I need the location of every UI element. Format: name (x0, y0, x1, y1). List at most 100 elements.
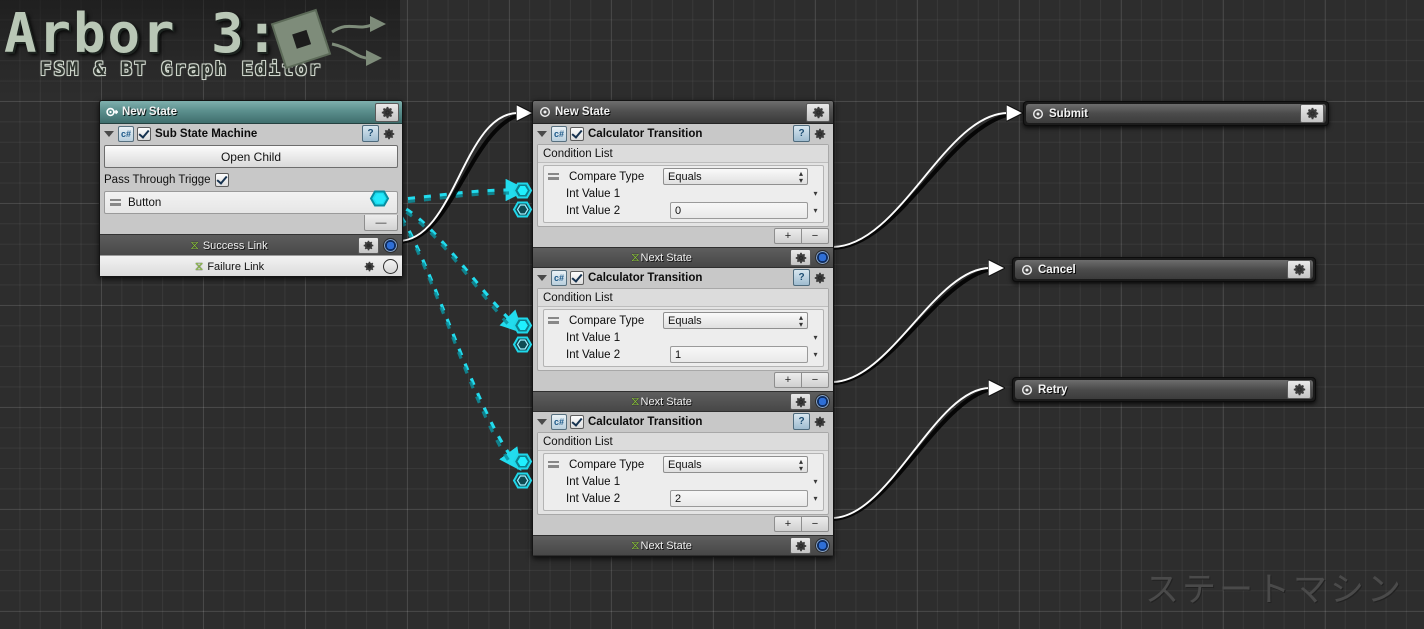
chevron-down-icon[interactable]: ▾ (811, 206, 820, 215)
node-title: New State (122, 106, 375, 118)
gear-icon[interactable] (790, 249, 811, 266)
gear-icon[interactable] (790, 393, 811, 410)
help-icon[interactable]: ? (793, 413, 810, 430)
component-enable-checkbox[interactable] (570, 271, 584, 285)
add-condition-button[interactable]: + (774, 372, 802, 388)
pass-through-checkbox[interactable] (215, 173, 229, 187)
compare-type-dropdown[interactable]: Equals▴▾ (663, 312, 808, 329)
node-header[interactable]: Retry (1015, 380, 1313, 399)
field-int-value-1[interactable]: Int Value 1▾ (544, 329, 823, 346)
chevron-down-icon[interactable]: ▾ (811, 350, 820, 359)
component-header-calculator-transition[interactable]: c#Calculator Transition? (533, 124, 833, 143)
help-icon[interactable]: ? (793, 125, 810, 142)
transition-block[interactable]: c#Calculator Transition? Condition List Co… (533, 268, 833, 412)
compare-type-dropdown[interactable]: Equals▴▾ (663, 456, 808, 473)
failure-link-port[interactable] (383, 259, 398, 274)
field-int-value-2[interactable]: Int Value 20▾ (544, 202, 823, 219)
int-value-2-input[interactable]: 0 (670, 202, 808, 219)
add-condition-button[interactable]: + (774, 516, 802, 532)
gear-icon[interactable] (359, 258, 379, 275)
int-value-2-input[interactable]: 2 (670, 490, 808, 507)
help-icon[interactable]: ? (793, 269, 810, 286)
gear-icon[interactable] (379, 125, 399, 142)
field-compare-type[interactable]: Compare TypeEquals▴▾ (544, 456, 823, 473)
remove-condition-button[interactable]: − (802, 516, 829, 532)
component-enable-checkbox[interactable] (570, 127, 584, 141)
chevron-down-icon[interactable] (537, 419, 547, 425)
open-child-button[interactable]: Open Child (104, 145, 398, 168)
next-state-row[interactable]: ⧖Next State (533, 391, 833, 412)
transition-input-port-empty-2[interactable] (512, 335, 534, 354)
compare-type-value: Equals (668, 315, 702, 327)
compare-type-dropdown[interactable]: Equals▴▾ (663, 168, 808, 185)
node-new-state-left[interactable]: New State c# Sub State Machine ? Open Ch… (99, 100, 403, 277)
chevron-down-icon[interactable]: ▾ (811, 333, 820, 342)
field-int-value-2[interactable]: Int Value 21▾ (544, 346, 823, 363)
gear-icon[interactable] (1287, 380, 1311, 399)
node-header[interactable]: New State (533, 101, 833, 124)
node-submit[interactable]: Submit (1023, 101, 1329, 126)
pass-through-trigger-row[interactable]: Pass Through Trigge (100, 171, 402, 189)
drag-handle-icon[interactable] (110, 199, 121, 206)
next-state-port[interactable] (815, 394, 830, 409)
remove-condition-button[interactable]: − (802, 228, 829, 244)
chevron-down-icon[interactable]: ▾ (811, 189, 820, 198)
chevron-down-icon[interactable] (537, 275, 547, 281)
transition-input-port-connected-3[interactable] (512, 452, 534, 471)
gear-icon[interactable] (810, 269, 830, 286)
field-int-value-2[interactable]: Int Value 22▾ (544, 490, 823, 507)
gear-icon[interactable] (810, 413, 830, 430)
next-state-row[interactable]: ⧖Next State (533, 247, 833, 268)
chevron-down-icon[interactable]: ▾ (811, 477, 820, 486)
help-icon[interactable]: ? (362, 125, 379, 142)
drag-handle-icon[interactable] (548, 461, 559, 468)
node-new-state-center[interactable]: New State c#Calculator Transition? Condit… (532, 100, 834, 557)
gear-icon[interactable] (375, 103, 399, 122)
drag-handle-icon[interactable] (548, 317, 559, 324)
int-value-2-input[interactable]: 1 (670, 346, 808, 363)
remove-list-item-button[interactable]: — (364, 215, 398, 231)
chevron-down-icon[interactable]: ▾ (811, 494, 820, 503)
field-compare-type[interactable]: Compare TypeEquals▴▾ (544, 168, 823, 185)
node-retry[interactable]: Retry (1012, 377, 1316, 402)
transition-input-port-connected-1[interactable] (512, 181, 534, 200)
node-header[interactable]: Cancel (1015, 260, 1313, 279)
condition-list-label: Condition List (538, 289, 828, 307)
field-compare-type[interactable]: Compare TypeEquals▴▾ (544, 312, 823, 329)
gear-icon[interactable] (1287, 260, 1311, 279)
chevron-down-icon[interactable] (537, 131, 547, 137)
gear-icon[interactable] (806, 103, 830, 122)
node-header[interactable]: New State (100, 101, 402, 124)
component-header-calculator-transition[interactable]: c#Calculator Transition? (533, 268, 833, 287)
transition-block[interactable]: c#Calculator Transition?Condition ListCo… (533, 124, 833, 268)
component-enable-checkbox[interactable] (570, 415, 584, 429)
gear-icon[interactable] (810, 125, 830, 142)
field-int-value-1[interactable]: Int Value 1▾ (544, 473, 823, 490)
field-int-value-1[interactable]: Int Value 1▾ (544, 185, 823, 202)
trigger-output-port[interactable] (369, 189, 391, 208)
component-enable-checkbox[interactable] (137, 127, 151, 141)
success-link-port[interactable] (383, 238, 398, 253)
gear-icon[interactable] (790, 537, 811, 554)
success-link-row[interactable]: ⧖ Success Link (100, 234, 402, 255)
drag-handle-icon[interactable] (548, 173, 559, 180)
gear-icon[interactable] (1300, 104, 1324, 123)
chevron-down-icon[interactable] (104, 131, 114, 137)
next-state-port[interactable] (815, 250, 830, 265)
component-header-calculator-transition[interactable]: c#Calculator Transition? (533, 412, 833, 431)
add-condition-button[interactable]: + (774, 228, 802, 244)
next-state-row[interactable]: ⧖Next State (533, 535, 833, 556)
transition-block[interactable]: c#Calculator Transition?Condition ListCo… (533, 412, 833, 556)
transition-input-port-connected-2[interactable] (512, 316, 534, 335)
gear-icon[interactable] (358, 237, 379, 254)
transition-input-port-empty-3[interactable] (512, 471, 534, 490)
next-state-port[interactable] (815, 538, 830, 553)
node-cancel[interactable]: Cancel (1012, 257, 1316, 282)
remove-condition-button[interactable]: − (802, 372, 829, 388)
failure-link-row[interactable]: ⧖ Failure Link (100, 255, 402, 276)
list-item-button[interactable]: Button (104, 191, 398, 214)
component-header-sub-state-machine[interactable]: c# Sub State Machine ? (100, 124, 402, 143)
node-header[interactable]: Submit (1026, 104, 1326, 123)
transition-input-port-empty-1[interactable] (512, 200, 534, 219)
int-value-2-value: 2 (675, 493, 681, 505)
